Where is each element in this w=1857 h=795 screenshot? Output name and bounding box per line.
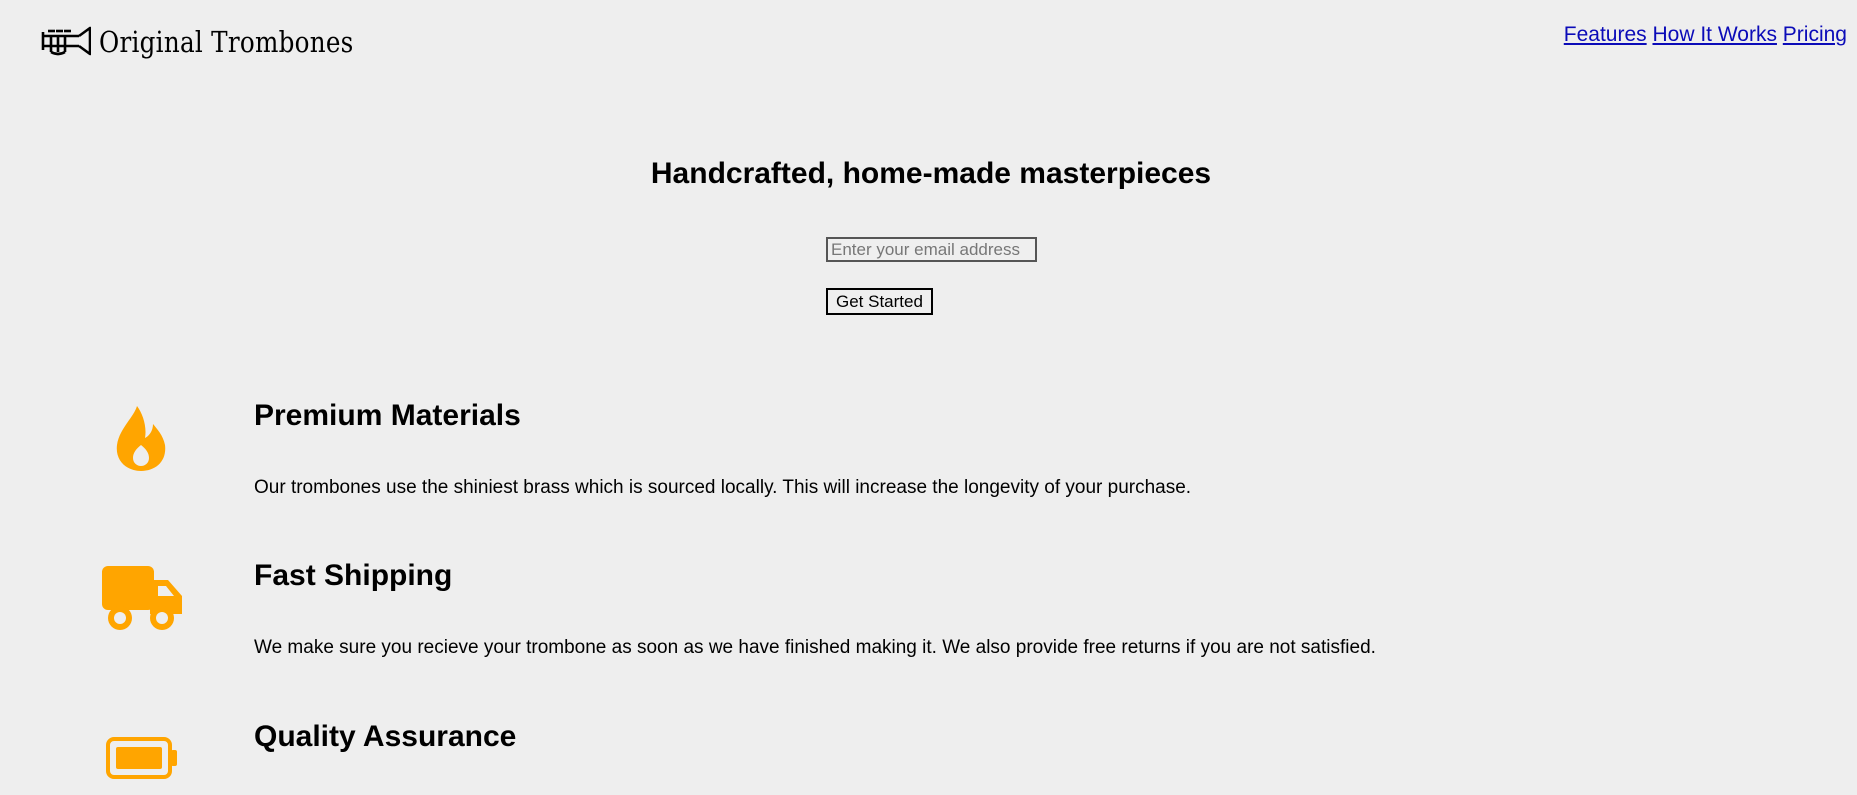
nav-link-how-it-works[interactable]: How It Works [1652,23,1776,46]
nav-link-features[interactable]: Features [1564,23,1647,46]
nav-link-pricing[interactable]: Pricing [1783,23,1847,46]
get-started-button[interactable]: Get Started [826,288,933,315]
email-input[interactable] [826,237,1037,262]
main-nav: Features How It Works Pricing [1564,23,1847,47]
feature-description: We make sure you recieve your trombone a… [254,637,1376,658]
fire-icon [116,406,166,471]
feature-description: Our trombones use the shiniest brass whi… [254,477,1192,498]
brand-name: Original Trombones [99,25,354,59]
site-header: Original Trombones Features How It Works… [0,0,1857,90]
truck-icon [102,566,182,630]
hero-section: Handcrafted, home-made masterpieces [0,150,1857,198]
battery-icon [106,737,177,779]
feature-title: Premium Materials [254,399,521,432]
brand-logo[interactable]: Original Trombones [41,22,399,62]
trombone-icon [41,26,91,56]
feature-title: Fast Shipping [254,559,453,592]
feature-title: Quality Assurance [254,720,517,753]
hero-title: Handcrafted, home-made masterpieces [650,157,1212,190]
